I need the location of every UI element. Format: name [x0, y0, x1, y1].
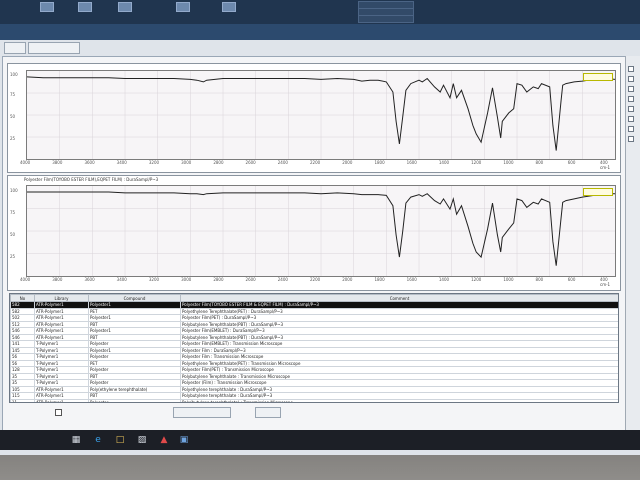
- spectrum-svg: [27, 186, 615, 276]
- column-header[interactable]: Compound: [88, 294, 181, 302]
- x-tick-label: 2000: [342, 277, 353, 282]
- toolbar-icon[interactable]: [222, 2, 236, 12]
- library-spectrum-panel: Polyester Film(TOYOBO ESTER FILM),EQPET …: [7, 175, 621, 291]
- x-tick-label: 4000: [20, 160, 31, 165]
- x-tick-label: 1800: [374, 160, 385, 165]
- y-tick-label: 75: [10, 92, 16, 97]
- edge-browser-icon[interactable]: e: [92, 434, 104, 446]
- x-axis-unit: cm-1: [600, 282, 611, 287]
- x-axis-unit: cm-1: [600, 165, 611, 170]
- table-header-row: No Library Compound Comment: [10, 294, 618, 302]
- y-tick-label: 50: [10, 232, 16, 237]
- x-tick-label: 2000: [342, 160, 353, 165]
- x-tick-label: 3800: [52, 277, 63, 282]
- x-tick-label: 2400: [277, 160, 288, 165]
- side-checkbox[interactable]: [628, 76, 634, 82]
- x-tick-label: 800: [535, 160, 544, 165]
- x-tick-label: 2600: [245, 277, 256, 282]
- monitor-screen: 100 75 50 25 4000 3800 3600 3400 3200 3000 280…: [0, 0, 640, 455]
- legend-badge: [583, 188, 613, 196]
- toolbar-icon[interactable]: [78, 2, 92, 12]
- y-tick-label: 50: [10, 114, 16, 119]
- side-checkbox[interactable]: [628, 106, 634, 112]
- x-tick-label: 1600: [406, 277, 417, 282]
- side-checkbox[interactable]: [628, 116, 634, 122]
- side-checkbox[interactable]: [628, 86, 634, 92]
- x-tick-label: 1000: [503, 160, 514, 165]
- tool-button[interactable]: [4, 42, 26, 54]
- y-tick-label: 75: [10, 210, 16, 215]
- x-tick-label: 1600: [406, 160, 417, 165]
- app-topbar: [0, 0, 640, 24]
- x-tick-label: 3200: [148, 160, 160, 165]
- tool-button[interactable]: [28, 42, 80, 54]
- search-result-button[interactable]: [173, 407, 231, 418]
- column-header[interactable]: Library: [34, 294, 89, 302]
- windows-start-icon[interactable]: ▦: [70, 434, 82, 446]
- x-tick-label: 2800: [213, 277, 224, 282]
- search-result-window: 100 75 50 25 4000 3800 3600 3400 3200 3000 280…: [2, 56, 626, 434]
- column-header[interactable]: No: [10, 294, 35, 302]
- side-checkbox[interactable]: [628, 66, 634, 72]
- x-tick-label: 2800: [213, 160, 224, 165]
- panel-title: Polyester Film(TOYOBO ESTER FILM),EQPET …: [24, 177, 159, 182]
- y-tick-label: 25: [10, 254, 16, 259]
- x-tick-label: 3800: [52, 160, 63, 165]
- legend-badge: [583, 73, 613, 81]
- table-body: 582 ATR-Polymer1 Polyester1 Polyester Film(…: [10, 301, 618, 402]
- spectrum-plot[interactable]: [26, 185, 616, 277]
- toolbar-icon[interactable]: [118, 2, 132, 12]
- x-tick-label: 2600: [245, 160, 256, 165]
- store-icon[interactable]: ▨: [136, 434, 148, 446]
- x-tick-label: 1400: [438, 160, 450, 165]
- x-tick-label: 3200: [148, 277, 160, 282]
- y-tick-label: 100: [10, 72, 18, 77]
- x-tick-label: 3600: [84, 277, 95, 282]
- x-tick-label: 2200: [310, 277, 321, 282]
- toolbar-icon[interactable]: [40, 2, 54, 12]
- toolbar-icon[interactable]: [176, 2, 190, 12]
- side-panel: [625, 56, 640, 432]
- x-tick-label: 3400: [116, 160, 127, 165]
- header-band: [0, 24, 640, 40]
- x-tick-label: 600: [567, 277, 576, 282]
- x-tick-label: 600: [567, 160, 576, 165]
- spectrum-plot[interactable]: [26, 70, 616, 160]
- app-icon[interactable]: ▲: [158, 434, 170, 446]
- x-tick-label: 4000: [20, 277, 31, 282]
- x-tick-label: 2200: [310, 160, 321, 165]
- settings-select[interactable]: [358, 15, 414, 23]
- windows-taskbar: ▦ e □ ▨ ▲ ▣: [0, 430, 640, 450]
- column-header[interactable]: Comment: [180, 294, 618, 302]
- x-tick-label: 1200: [471, 160, 482, 165]
- x-tick-label: 800: [535, 277, 544, 282]
- x-tick-label: 1400: [438, 277, 450, 282]
- side-checkbox[interactable]: [628, 96, 634, 102]
- window-footer: [3, 401, 625, 423]
- file-explorer-icon[interactable]: □: [114, 434, 126, 446]
- close-button[interactable]: [255, 407, 281, 418]
- query-spectrum-panel: 100 75 50 25 4000 3800 3600 3400 3200 3000 280…: [7, 63, 621, 173]
- x-tick-label: 1800: [374, 277, 385, 282]
- hit-list-table: No Library Compound Comment 582 ATR-Polym…: [9, 293, 619, 403]
- x-tick-label: 1000: [503, 277, 514, 282]
- x-tick-label: 3600: [84, 160, 95, 165]
- x-tick-label: 2400: [277, 277, 288, 282]
- spectrum-app-icon[interactable]: ▣: [178, 434, 190, 446]
- option-checkbox[interactable]: [55, 409, 62, 416]
- y-tick-label: 25: [10, 136, 16, 141]
- x-tick-label: 3000: [181, 277, 192, 282]
- side-checkbox[interactable]: [628, 136, 634, 142]
- x-tick-label: 1200: [471, 277, 482, 282]
- y-tick-label: 100: [10, 188, 18, 193]
- x-tick-label: 3000: [181, 160, 192, 165]
- side-checkbox[interactable]: [628, 126, 634, 132]
- x-tick-label: 3400: [116, 277, 127, 282]
- spectrum-svg: [26, 71, 616, 159]
